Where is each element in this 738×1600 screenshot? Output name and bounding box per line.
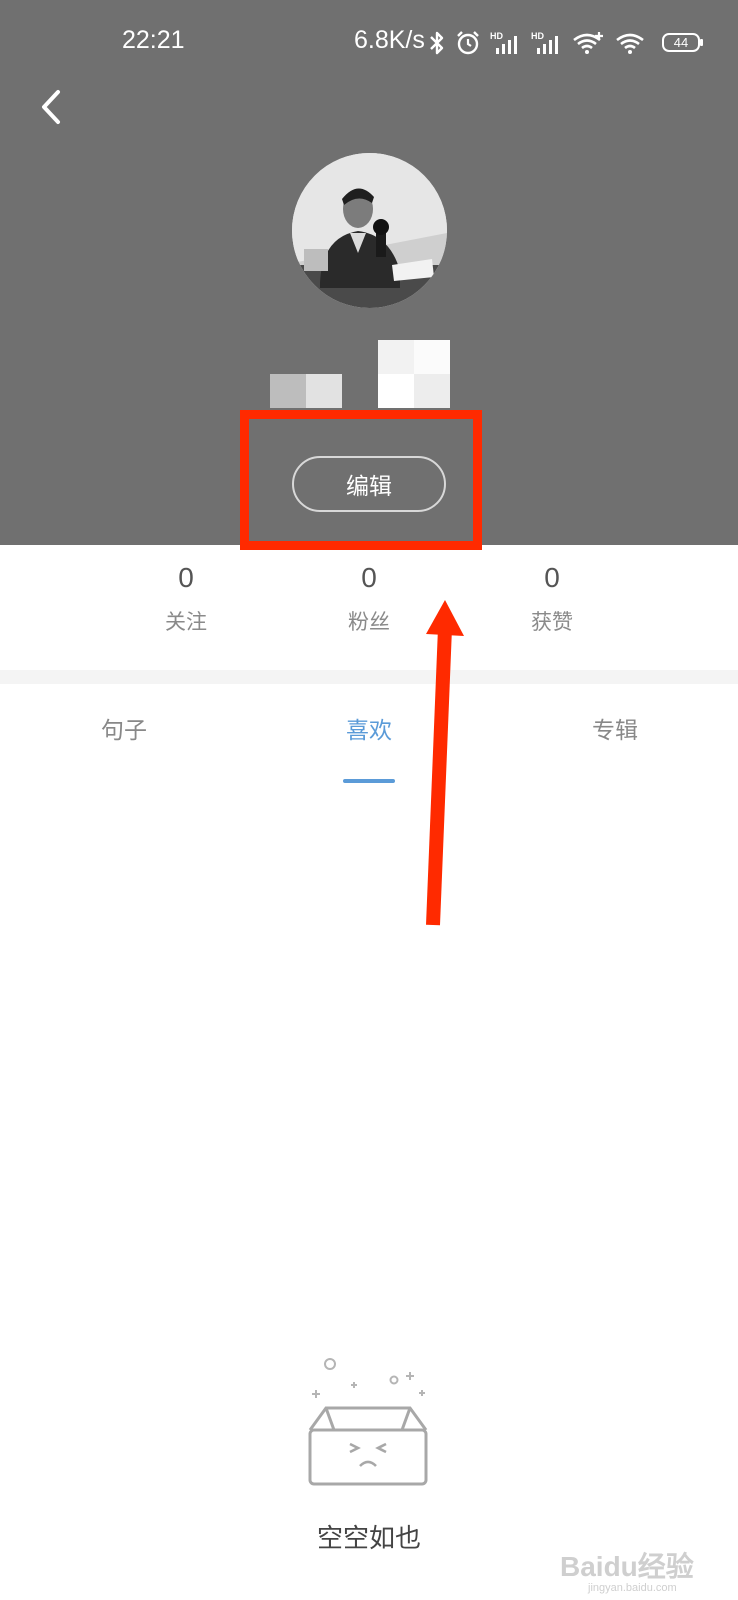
svg-text:HD: HD — [490, 31, 503, 41]
stat-likes-label: 获赞 — [531, 610, 573, 634]
baidu-watermark-url: jingyan.baidu.com — [588, 1582, 677, 1594]
status-network-speed: 6.8K/s — [354, 26, 425, 54]
username-mosaic — [270, 340, 450, 408]
status-time: 22:21 — [122, 26, 185, 54]
battery-icon: 44 — [662, 33, 703, 52]
stat-likes-count: 0 — [544, 562, 560, 593]
stat-fans-label: 粉丝 — [348, 610, 390, 634]
chevron-left-icon — [42, 90, 60, 124]
status-icons: HD HD — [428, 28, 647, 58]
avatar-photo — [292, 153, 447, 308]
empty-state-message: 空空如也 — [316, 1524, 421, 1554]
empty-box-icon — [306, 1358, 432, 1492]
stat-following[interactable]: 0 关注 — [126, 560, 246, 636]
section-divider — [0, 670, 738, 684]
baidu-watermark: Baidu经验 — [560, 1551, 694, 1582]
bluetooth-icon — [430, 31, 444, 55]
wifi-plus-icon — [573, 32, 603, 54]
avatar[interactable] — [292, 153, 447, 308]
tab-albums[interactable]: 专辑 — [555, 714, 675, 748]
stat-following-label: 关注 — [165, 610, 207, 634]
stat-likes[interactable]: 0 获赞 — [492, 560, 612, 636]
svg-text:HD: HD — [531, 31, 544, 41]
profile-stats: 0 关注 0 粉丝 0 获赞 — [0, 560, 738, 650]
alarm-icon — [457, 31, 479, 55]
tab-likes[interactable]: 喜欢 — [309, 714, 429, 748]
content-tabs: 句子 喜欢 专辑 — [0, 714, 738, 784]
hd-signal-icon: HD — [490, 31, 517, 54]
stat-fans[interactable]: 0 粉丝 — [309, 560, 429, 636]
back-button[interactable] — [34, 82, 78, 132]
status-bar: 22:21 6.8K/s HD HD 44 — [0, 22, 738, 62]
stat-following-count: 0 — [178, 562, 194, 593]
tab-sentences[interactable]: 句子 — [64, 714, 184, 748]
annotation-highlight-box — [240, 410, 482, 550]
active-tab-indicator — [343, 779, 395, 783]
hd-signal-icon: HD — [531, 31, 558, 54]
stat-fans-count: 0 — [361, 562, 377, 593]
wifi-icon — [616, 33, 644, 54]
